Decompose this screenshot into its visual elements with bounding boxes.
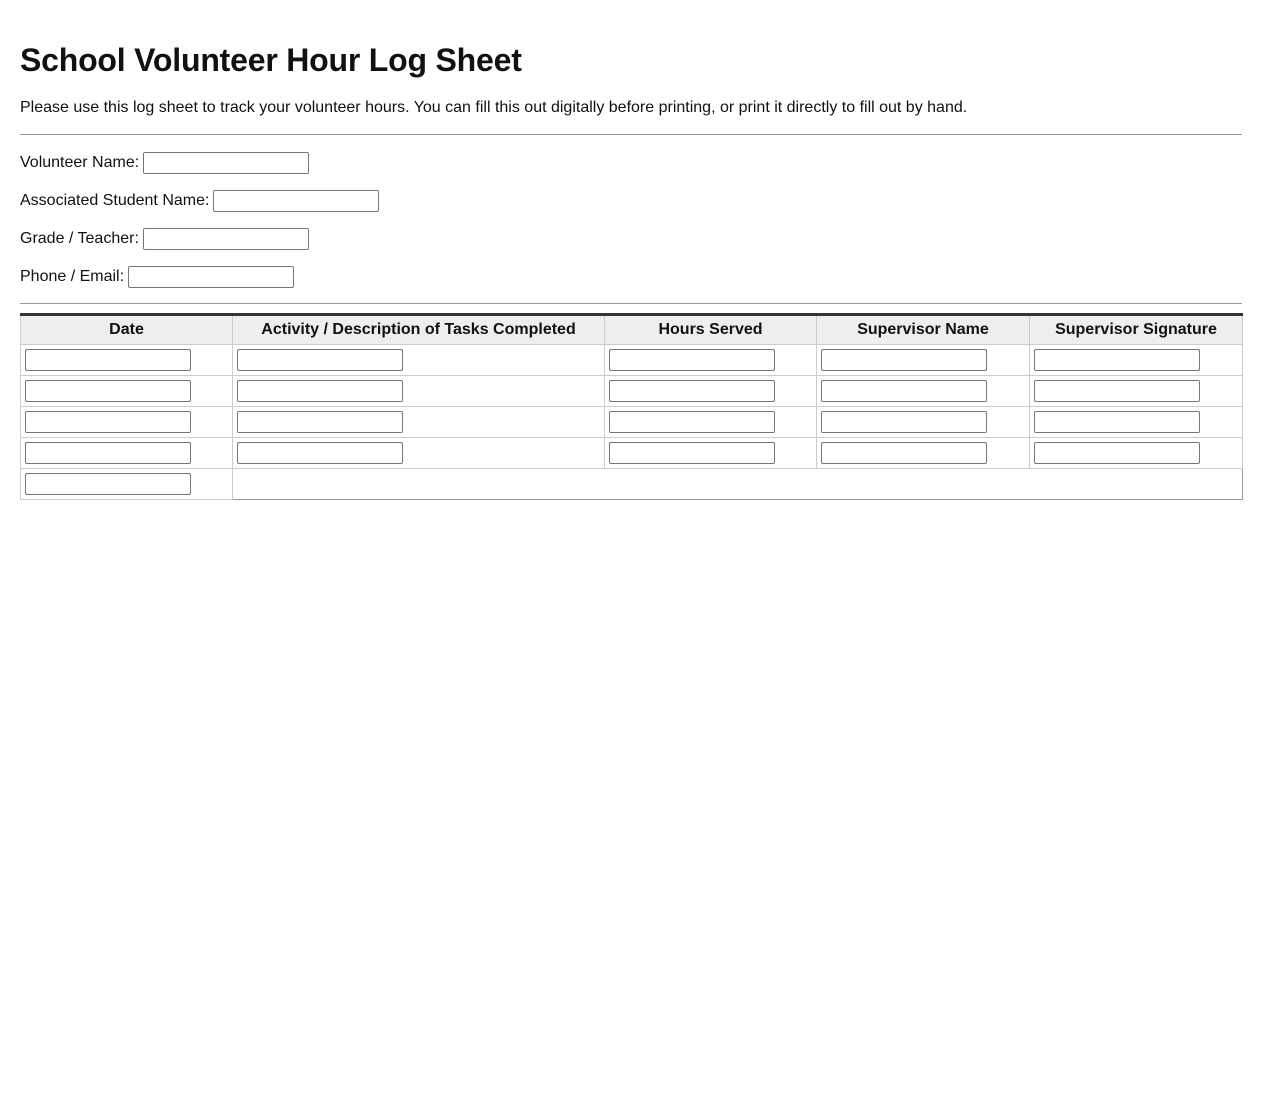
student-name-row: Associated Student Name: bbox=[20, 190, 1242, 212]
hours-cell bbox=[604, 375, 817, 407]
supervisor-name-input[interactable] bbox=[821, 442, 987, 464]
column-header-supervisor-name: Supervisor Name bbox=[816, 314, 1030, 345]
column-header-hours: Hours Served bbox=[604, 314, 817, 345]
hours-cell bbox=[604, 344, 817, 376]
grade-teacher-row: Grade / Teacher: bbox=[20, 228, 1242, 250]
column-header-date: Date bbox=[20, 314, 233, 345]
intro-text: Please use this log sheet to track your … bbox=[20, 99, 968, 116]
supervisor-signature-input[interactable] bbox=[1034, 380, 1200, 402]
phone-email-input[interactable] bbox=[128, 266, 295, 288]
student-name-input[interactable] bbox=[213, 190, 380, 212]
supervisor-signature-input[interactable] bbox=[1034, 442, 1200, 464]
middle-divider bbox=[20, 303, 1242, 304]
date-cell bbox=[20, 344, 233, 376]
student-name-label: Associated Student Name: bbox=[20, 192, 210, 209]
activity-input[interactable] bbox=[237, 411, 403, 433]
empty-row-span bbox=[232, 468, 1243, 500]
hours-cell bbox=[604, 406, 817, 438]
activity-cell bbox=[232, 375, 605, 407]
hours-log-table: Date Activity / Description of Tasks Com… bbox=[20, 313, 1243, 500]
table-header-row: Date Activity / Description of Tasks Com… bbox=[20, 314, 1243, 345]
supervisor-name-input[interactable] bbox=[821, 349, 987, 371]
grade-teacher-input[interactable] bbox=[142, 228, 309, 250]
table-row-partial bbox=[20, 468, 1243, 500]
supervisor-signature-cell bbox=[1029, 437, 1243, 469]
table-row bbox=[20, 406, 1243, 438]
log-sheet-page: School Volunteer Hour Log Sheet Please u… bbox=[0, 0, 1262, 500]
hours-input[interactable] bbox=[609, 442, 775, 464]
supervisor-name-cell bbox=[816, 344, 1030, 376]
hours-input[interactable] bbox=[609, 349, 775, 371]
date-input[interactable] bbox=[25, 442, 191, 464]
date-cell bbox=[20, 406, 233, 438]
supervisor-signature-cell bbox=[1029, 375, 1243, 407]
phone-email-label: Phone / Email: bbox=[20, 268, 125, 285]
activity-cell bbox=[232, 344, 605, 376]
date-input[interactable] bbox=[25, 411, 191, 433]
hours-cell bbox=[604, 437, 817, 469]
activity-cell bbox=[232, 406, 605, 438]
activity-input[interactable] bbox=[237, 349, 403, 371]
date-cell bbox=[20, 375, 233, 407]
hours-input[interactable] bbox=[609, 380, 775, 402]
volunteer-info-fields: Volunteer Name: Associated Student Name:… bbox=[20, 152, 1242, 288]
supervisor-signature-cell bbox=[1029, 344, 1243, 376]
date-cell bbox=[20, 437, 233, 469]
supervisor-signature-input[interactable] bbox=[1034, 349, 1200, 371]
phone-email-row: Phone / Email: bbox=[20, 266, 1242, 288]
page-title: School Volunteer Hour Log Sheet bbox=[20, 42, 522, 78]
date-cell bbox=[20, 468, 233, 500]
supervisor-name-cell bbox=[816, 437, 1030, 469]
top-divider bbox=[20, 134, 1242, 135]
date-input[interactable] bbox=[25, 349, 191, 371]
date-input[interactable] bbox=[25, 380, 191, 402]
volunteer-name-label: Volunteer Name: bbox=[20, 154, 140, 171]
table-row bbox=[20, 437, 1243, 469]
supervisor-signature-input[interactable] bbox=[1034, 411, 1200, 433]
column-header-supervisor-signature: Supervisor Signature bbox=[1029, 314, 1243, 345]
hours-input[interactable] bbox=[609, 411, 775, 433]
supervisor-name-cell bbox=[816, 375, 1030, 407]
volunteer-name-input[interactable] bbox=[143, 152, 310, 174]
supervisor-signature-cell bbox=[1029, 406, 1243, 438]
grade-teacher-label: Grade / Teacher: bbox=[20, 230, 139, 247]
supervisor-name-input[interactable] bbox=[821, 411, 987, 433]
supervisor-name-input[interactable] bbox=[821, 380, 987, 402]
column-header-activity: Activity / Description of Tasks Complete… bbox=[232, 314, 605, 345]
activity-cell bbox=[232, 437, 605, 469]
table-row bbox=[20, 375, 1243, 407]
table-row bbox=[20, 344, 1243, 376]
activity-input[interactable] bbox=[237, 380, 403, 402]
volunteer-name-row: Volunteer Name: bbox=[20, 152, 1242, 174]
activity-input[interactable] bbox=[237, 442, 403, 464]
date-input[interactable] bbox=[25, 473, 191, 495]
supervisor-name-cell bbox=[816, 406, 1030, 438]
